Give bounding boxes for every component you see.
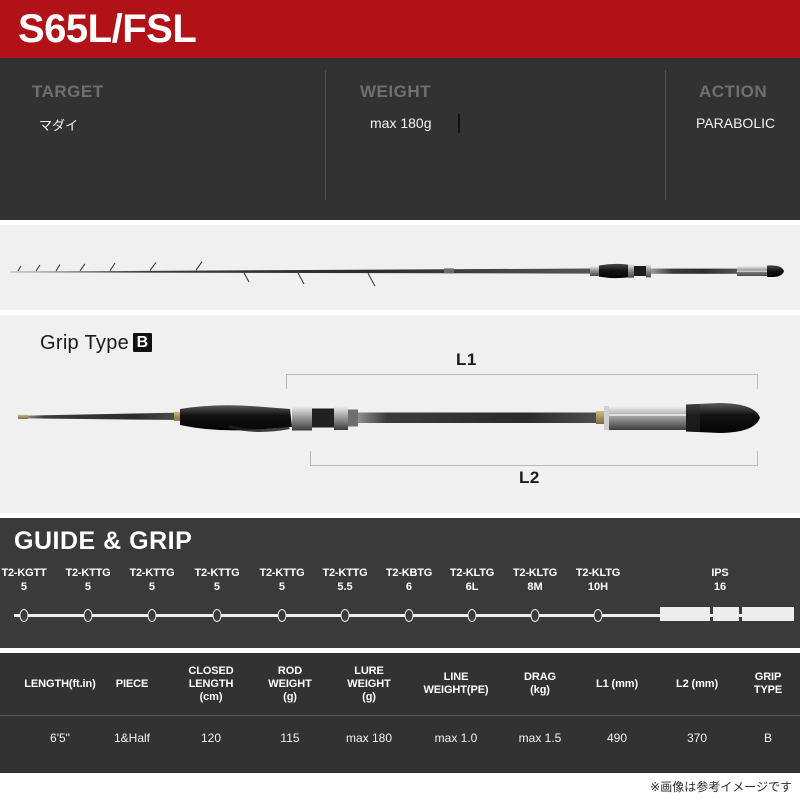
table-row: max 180	[345, 731, 393, 745]
guide-item: T2-KBTG 6	[386, 566, 432, 594]
spec-divider-1	[325, 70, 326, 200]
guide-ring	[340, 609, 350, 622]
spec-column-target: TARGET マダイ	[0, 58, 325, 220]
full-rod-image-panel	[0, 225, 800, 310]
table-header-cell: LINE WEIGHT(PE)	[423, 671, 489, 696]
guide-item: T2-KGTT 5	[1, 566, 46, 594]
guide-item: T2-KTTG 5.5	[322, 566, 367, 594]
spec-summary-strip: TARGET マダイ WEIGHT max 180g ACTION PARABO…	[0, 58, 800, 220]
spec-column-weight: WEIGHT max 180g	[325, 58, 665, 220]
guide-name: T2-KTTG	[194, 567, 240, 579]
reel-seat-size: 16	[713, 581, 727, 593]
table-header-cell: L2 (mm)	[675, 677, 719, 690]
table-header-cell: ROD WEIGHT (g)	[268, 664, 312, 703]
reference-image-note: ※画像は参考イメージです	[650, 780, 792, 794]
guide-ring	[83, 609, 93, 622]
spec-divider-2	[665, 70, 666, 200]
guide-ring	[593, 609, 603, 622]
guide-size: 6	[405, 581, 413, 593]
spec-column-action: ACTION PARABOLIC	[665, 58, 800, 220]
reel-seat-name: IPS	[711, 567, 729, 579]
table-header-cell: CLOSED LENGTH (cm)	[188, 664, 234, 703]
guide-size: 5	[213, 581, 221, 593]
dimension-label-l2: L2	[519, 468, 540, 487]
spec-value-target: マダイ	[39, 119, 79, 134]
guide-section-title: GUIDE & GRIP	[14, 527, 193, 555]
guide-item: T2-KLTG 6L	[450, 566, 494, 594]
guide-name: T2-KLTG	[449, 567, 495, 579]
full-rod-illustration	[10, 261, 784, 287]
guide-item: T2-KTTG 5	[129, 566, 174, 594]
guide-name: T2-KLTG	[575, 567, 621, 579]
table-header-cell: DRAG (kg)	[524, 671, 556, 696]
guide-size: 8M	[527, 581, 543, 593]
specification-table: LENGTH(ft.in) PIECE CLOSED LENGTH (cm) R…	[0, 653, 800, 773]
guide-size: 5.5	[337, 581, 353, 593]
grip-detail-panel: Grip Type B	[0, 315, 800, 513]
guide-name: T2-KTTG	[322, 567, 368, 579]
guide-ring	[530, 609, 540, 622]
guide-ring	[467, 609, 477, 622]
guide-size: 5	[84, 581, 92, 593]
guide-item: T2-KLTG 8M	[513, 566, 557, 594]
grip-bar-segment	[660, 607, 710, 621]
table-row: 1&Half	[113, 731, 151, 745]
text-caret	[458, 114, 460, 133]
guide-item: T2-KTTG 5	[194, 566, 239, 594]
guide-ring	[147, 609, 157, 622]
grip-bar-segment	[742, 607, 794, 621]
grip-type-label: Grip Type B	[40, 332, 153, 355]
guide-item: T2-KLTG 10H	[576, 566, 620, 594]
spec-label-action: ACTION	[699, 82, 768, 101]
table-row: B	[763, 731, 772, 745]
guide-ring	[19, 609, 29, 622]
guide-name: T2-KLTG	[512, 567, 558, 579]
spec-value-weight: max 180g	[370, 115, 432, 131]
guide-ring	[277, 609, 287, 622]
reel-seat-item: IPS 16	[711, 566, 728, 594]
grip-type-badge: B	[133, 333, 153, 352]
table-header-cell: L1 (mm)	[595, 677, 639, 690]
guide-and-grip-section: GUIDE & GRIP T2-KGTT 5 T2-KTTG 5 T2-KTTG…	[0, 518, 800, 648]
table-header-cell: PIECE	[115, 677, 149, 690]
product-spec-sheet: S65L/FSL TARGET マダイ WEIGHT max 180g ACTI…	[0, 0, 800, 800]
guide-size: 6L	[465, 581, 479, 593]
spec-value-action: PARABOLIC	[696, 115, 776, 131]
model-header-bar: S65L/FSL	[0, 0, 800, 58]
table-row: 370	[686, 731, 708, 745]
guide-ring	[404, 609, 414, 622]
table-header-cell: GRIP TYPE	[753, 671, 783, 696]
guide-item: T2-KTTG 5	[259, 566, 304, 594]
guide-size: 10H	[587, 581, 609, 593]
dimension-bracket-l2	[310, 451, 758, 466]
grip-type-text: Grip Type	[40, 332, 130, 354]
table-row: 490	[606, 731, 628, 745]
spec-label-weight: WEIGHT	[360, 82, 431, 101]
spec-label-target: TARGET	[32, 82, 104, 101]
dimension-bracket-l1	[286, 374, 758, 389]
page-title: S65L/FSL	[18, 7, 197, 51]
guide-name: T2-KGTT	[1, 567, 47, 579]
guide-ring	[212, 609, 222, 622]
guide-name: T2-KBTG	[385, 567, 433, 579]
table-row: max 1.0	[434, 731, 478, 745]
table-row: 115	[280, 731, 300, 745]
guide-size: 5	[278, 581, 286, 593]
table-row: 120	[200, 731, 222, 745]
guide-name: T2-KTTG	[129, 567, 175, 579]
table-row: max 1.5	[518, 731, 562, 745]
guide-size: 5	[20, 581, 28, 593]
table-header-cell: LURE WEIGHT (g)	[347, 664, 391, 703]
guide-name: T2-KTTG	[259, 567, 305, 579]
dimension-label-l1: L1	[456, 350, 477, 369]
guide-name: T2-KTTG	[65, 567, 111, 579]
grip-bar-segment	[713, 607, 739, 621]
guide-size: 5	[148, 581, 156, 593]
table-top-separator	[0, 648, 800, 649]
table-header-divider	[0, 715, 800, 716]
guide-item: T2-KTTG 5	[65, 566, 110, 594]
